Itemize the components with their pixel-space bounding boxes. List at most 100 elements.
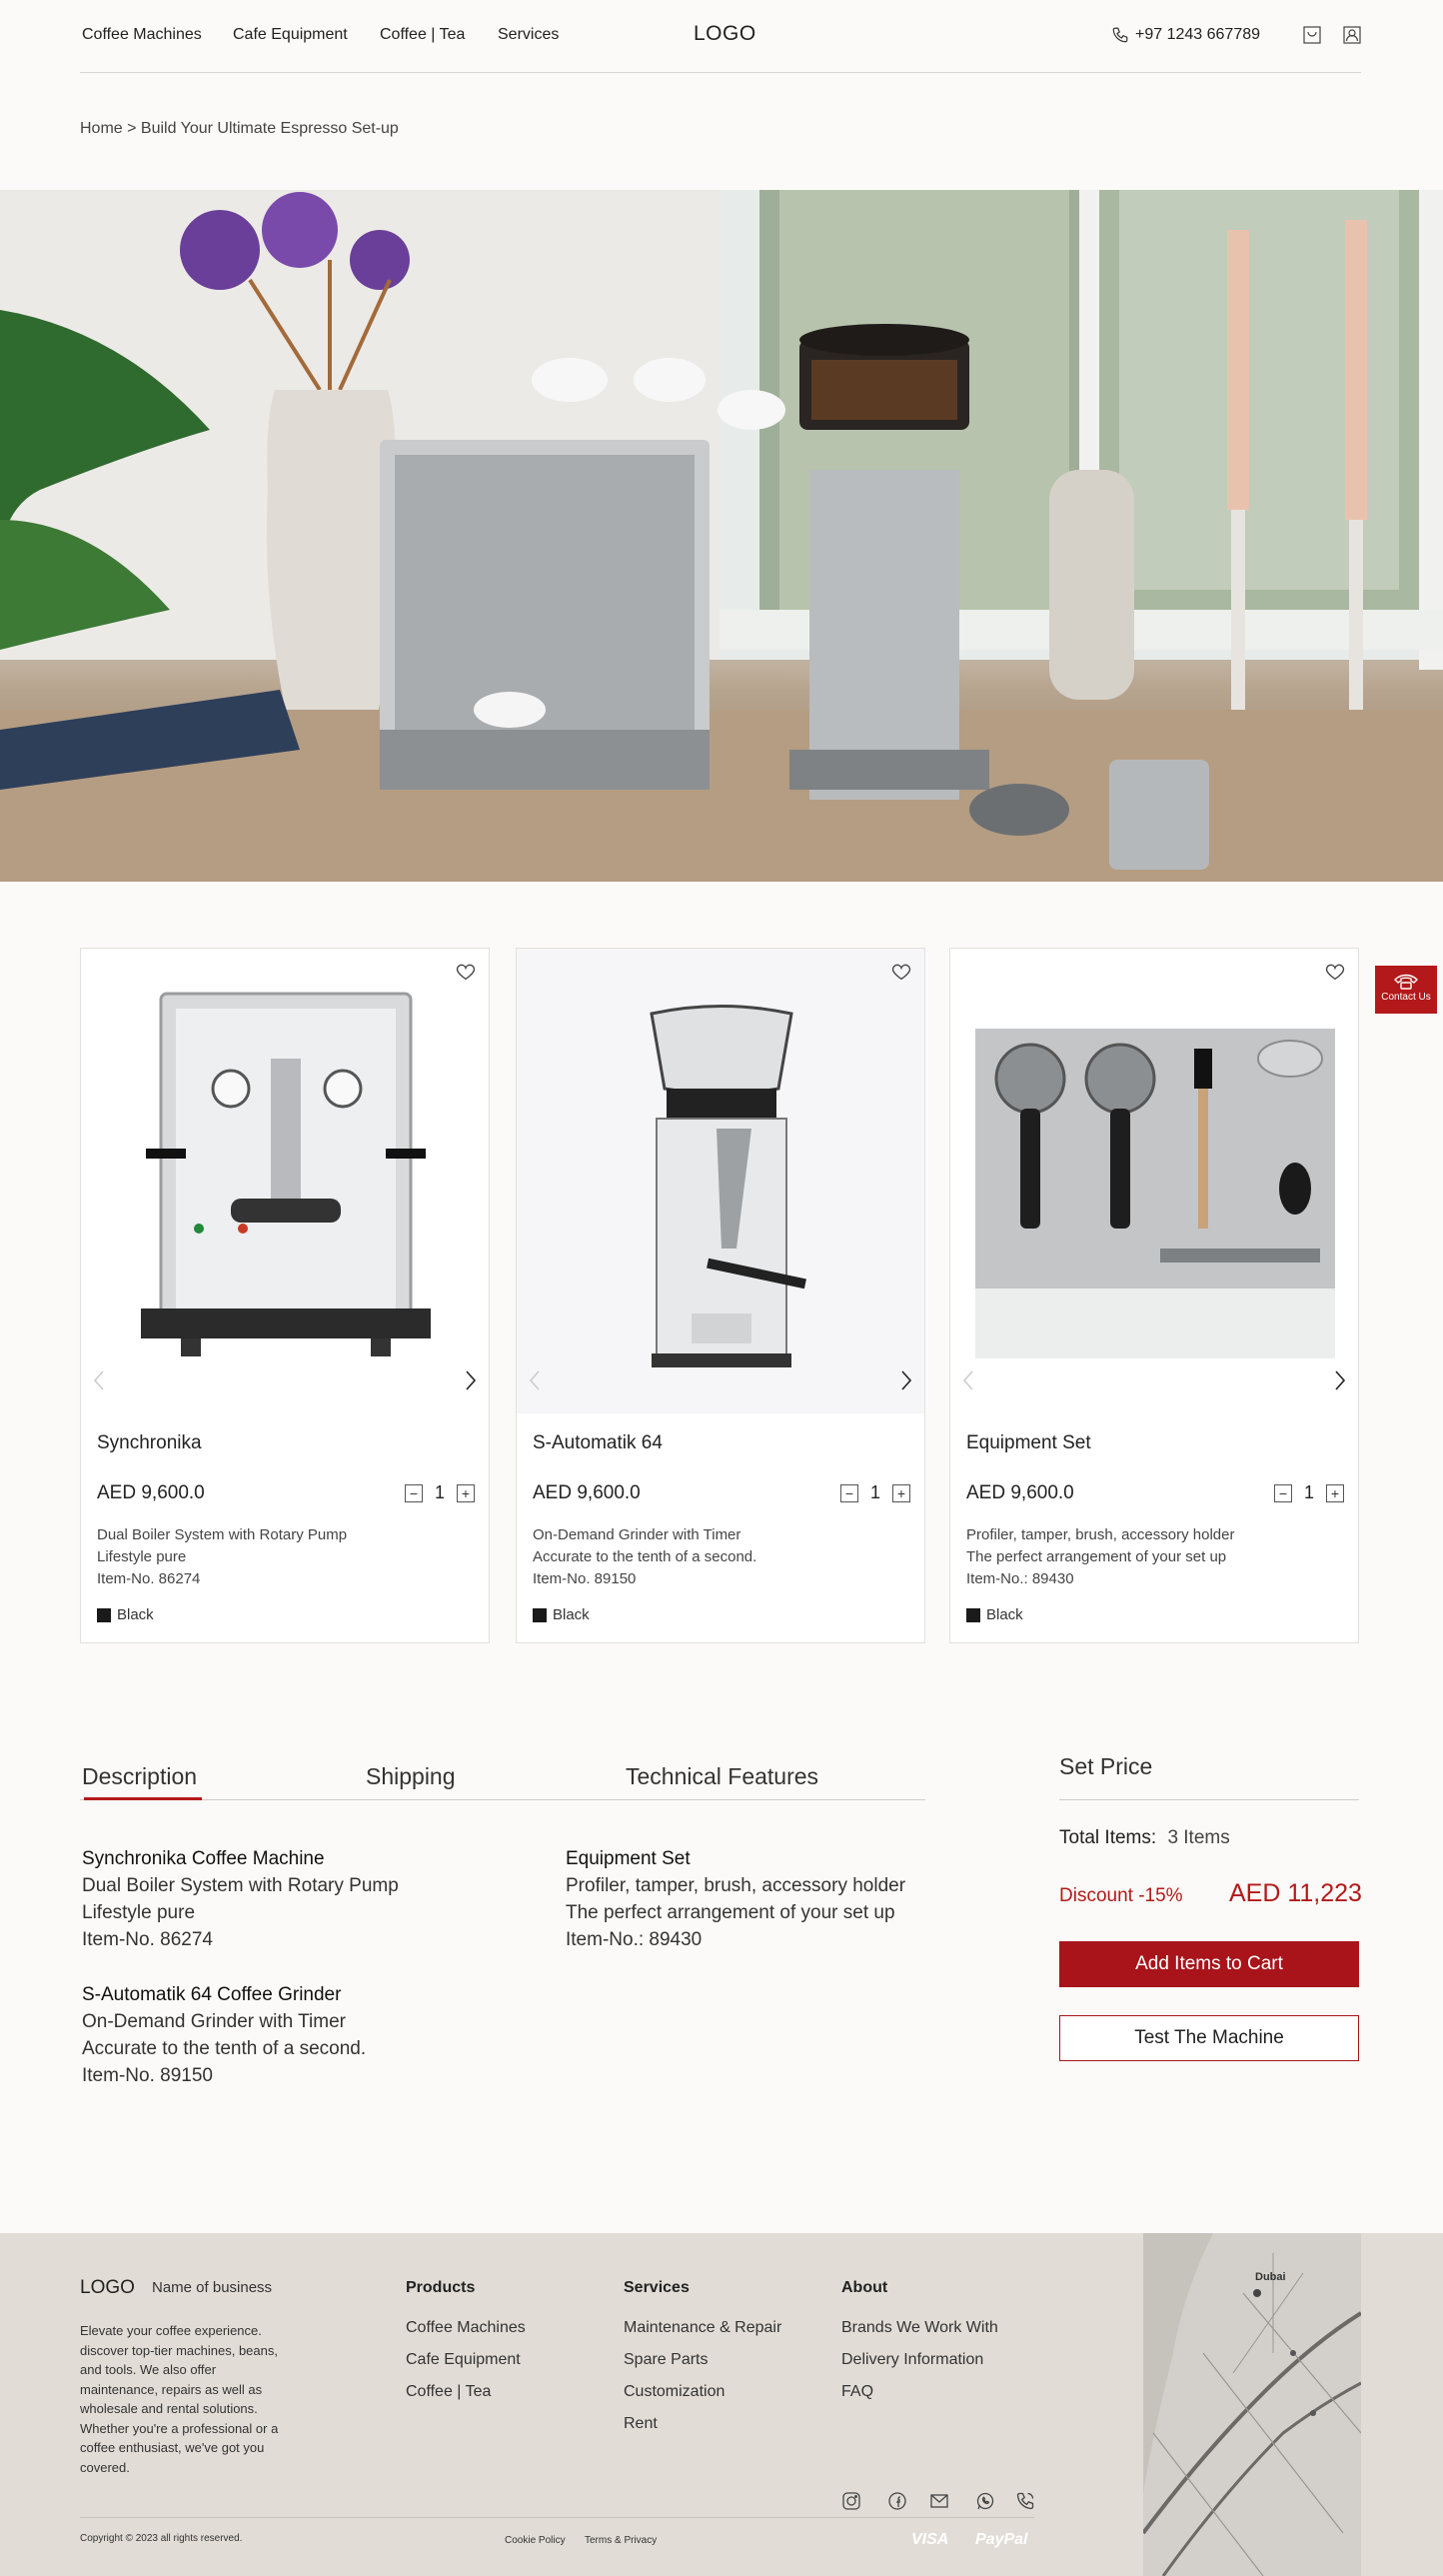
- product-description: Profiler, tamper, brush, accessory holde…: [966, 1524, 1234, 1590]
- description-equipment-set: Equipment Set Profiler, tamper, brush, a…: [566, 1845, 905, 1953]
- copyright: Copyright © 2023 all rights reserved.: [80, 2533, 243, 2544]
- contact-us-label: Contact Us: [1381, 992, 1431, 1003]
- description-line: Item-No. 86274: [82, 1929, 213, 1950]
- footer-link-spare-parts[interactable]: Spare Parts: [624, 2351, 708, 2369]
- add-to-cart-button[interactable]: Add Items to Cart: [1059, 1941, 1359, 1987]
- product-image-synchronika: [81, 949, 489, 1413]
- decrease-qty-button[interactable]: −: [839, 1483, 858, 1502]
- wishlist-heart-icon[interactable]: [455, 961, 477, 983]
- description-line: Accurate to the tenth of a second.: [82, 2038, 367, 2059]
- paypal-logo: PayPal: [975, 2531, 1028, 2548]
- chevron-right-icon[interactable]: [896, 1368, 914, 1392]
- description-line: On-Demand Grinder with Timer: [82, 2011, 346, 2032]
- footer-about-heading: About: [841, 2279, 888, 2296]
- hero-image: [0, 190, 1443, 882]
- quantity-stepper[interactable]: − 1 +: [1273, 1482, 1344, 1503]
- product-name[interactable]: Synchronika: [97, 1432, 202, 1454]
- decrease-qty-button[interactable]: −: [1273, 1483, 1292, 1502]
- product-card-synchronika[interactable]: Synchronika AED 9,600.0 − 1 + Dual Boile…: [80, 948, 490, 1643]
- cart-icon[interactable]: [1303, 26, 1321, 44]
- product-name[interactable]: S-Automatik 64: [533, 1432, 663, 1454]
- phone-link[interactable]: +97 1243 667789: [1111, 26, 1260, 44]
- chevron-right-icon[interactable]: [1330, 1368, 1348, 1392]
- footer-link-customization[interactable]: Customization: [624, 2383, 724, 2401]
- mail-icon[interactable]: [929, 2491, 949, 2511]
- map-city-label: Dubai: [1255, 2271, 1286, 2283]
- footer-link-delivery[interactable]: Delivery Information: [841, 2351, 983, 2369]
- footer-link-coffee-machines[interactable]: Coffee Machines: [406, 2319, 526, 2337]
- color-option[interactable]: Black: [533, 1606, 590, 1623]
- whatsapp-icon[interactable]: [975, 2491, 995, 2511]
- description-synchronika: Synchronika Coffee Machine Dual Boiler S…: [82, 1845, 399, 1953]
- description-line: Dual Boiler System with Rotary Pump: [82, 1875, 399, 1896]
- instagram-icon[interactable]: [841, 2491, 861, 2511]
- footer-link-cafe-equipment[interactable]: Cafe Equipment: [406, 2351, 521, 2369]
- tab-shipping[interactable]: Shipping: [366, 1763, 456, 1790]
- total-items-label: Total Items:: [1059, 1827, 1157, 1848]
- footer-products-heading: Products: [406, 2279, 476, 2296]
- wishlist-heart-icon[interactable]: [1324, 961, 1346, 983]
- color-swatch[interactable]: [97, 1607, 111, 1622]
- footer-link-brands[interactable]: Brands We Work With: [841, 2319, 998, 2337]
- increase-qty-button[interactable]: +: [1326, 1483, 1344, 1502]
- increase-qty-button[interactable]: +: [892, 1483, 910, 1502]
- color-option[interactable]: Black: [97, 1606, 154, 1623]
- chevron-left-icon[interactable]: [91, 1368, 109, 1392]
- total-items: Total Items: 3 Items: [1059, 1827, 1230, 1849]
- description-line: The perfect arrangement of your set up: [566, 1902, 895, 1923]
- phone-call-icon[interactable]: [1015, 2491, 1035, 2511]
- product-price: AED 9,600.0: [966, 1482, 1074, 1503]
- quantity-stepper[interactable]: − 1 +: [839, 1482, 910, 1503]
- increase-qty-button[interactable]: +: [457, 1483, 475, 1502]
- decrease-qty-button[interactable]: −: [404, 1483, 423, 1502]
- color-swatch[interactable]: [966, 1607, 980, 1622]
- product-name[interactable]: Equipment Set: [966, 1432, 1091, 1454]
- active-tab-indicator: [84, 1797, 202, 1800]
- user-icon[interactable]: [1343, 26, 1361, 44]
- footer-logo[interactable]: LOGO: [80, 2277, 135, 2299]
- product-card-equipment-set[interactable]: Equipment Set AED 9,600.0 − 1 + Profiler…: [949, 948, 1359, 1643]
- product-description: Dual Boiler System with Rotary Pump Life…: [97, 1524, 347, 1590]
- desc-line: On-Demand Grinder with Timer: [533, 1526, 741, 1543]
- test-machine-button[interactable]: Test The Machine: [1059, 2015, 1359, 2061]
- cookie-policy-link[interactable]: Cookie Policy: [505, 2535, 566, 2546]
- desc-line: Accurate to the tenth of a second.: [533, 1548, 757, 1565]
- description-grinder: S-Automatik 64 Coffee Grinder On-Demand …: [82, 1981, 366, 2089]
- description-title: S-Automatik 64 Coffee Grinder: [82, 1984, 342, 2005]
- product-card-s-automatik[interactable]: S-Automatik 64 AED 9,600.0 − 1 + On-Dema…: [516, 948, 925, 1643]
- qty-value: 1: [869, 1482, 880, 1502]
- color-swatch[interactable]: [533, 1607, 547, 1622]
- tab-description[interactable]: Description: [82, 1763, 197, 1790]
- footer-link-faq[interactable]: FAQ: [841, 2383, 873, 2401]
- wishlist-heart-icon[interactable]: [890, 961, 912, 983]
- description-title: Equipment Set: [566, 1848, 691, 1869]
- footer-about-text: Elevate your coffee experience. discover…: [80, 2323, 279, 2475]
- footer-link-coffee-tea[interactable]: Coffee | Tea: [406, 2383, 491, 2401]
- quantity-stepper[interactable]: − 1 +: [404, 1482, 475, 1503]
- telephone-icon: [1393, 972, 1419, 992]
- chevron-left-icon[interactable]: [960, 1368, 978, 1392]
- tab-technical-features[interactable]: Technical Features: [626, 1763, 818, 1790]
- item-number: Item-No. 89150: [533, 1570, 637, 1587]
- desc-line: Lifestyle pure: [97, 1548, 187, 1565]
- nav-coffee-tea[interactable]: Coffee | Tea: [380, 26, 465, 44]
- nav-cafe-equipment[interactable]: Cafe Equipment: [233, 26, 348, 44]
- qty-value: 1: [434, 1482, 445, 1502]
- logo[interactable]: LOGO: [694, 22, 756, 46]
- chevron-left-icon[interactable]: [527, 1368, 545, 1392]
- footer-link-rent[interactable]: Rent: [624, 2415, 658, 2433]
- description-line: Profiler, tamper, brush, accessory holde…: [566, 1875, 906, 1896]
- location-map[interactable]: Dubai: [1143, 2233, 1361, 2576]
- footer-divider: [80, 2517, 1034, 2518]
- footer-link-maintenance[interactable]: Maintenance & Repair: [624, 2319, 781, 2337]
- facebook-icon[interactable]: [887, 2491, 907, 2511]
- tabs-divider: [80, 1799, 925, 1800]
- contact-us-button[interactable]: Contact Us: [1375, 966, 1437, 1014]
- qty-value: 1: [1303, 1482, 1314, 1502]
- chevron-right-icon[interactable]: [461, 1368, 479, 1392]
- color-option[interactable]: Black: [966, 1606, 1023, 1623]
- nav-coffee-machines[interactable]: Coffee Machines: [82, 26, 202, 44]
- terms-privacy-link[interactable]: Terms & Privacy: [585, 2535, 657, 2546]
- product-price: AED 9,600.0: [533, 1482, 641, 1503]
- nav-services[interactable]: Services: [498, 26, 559, 44]
